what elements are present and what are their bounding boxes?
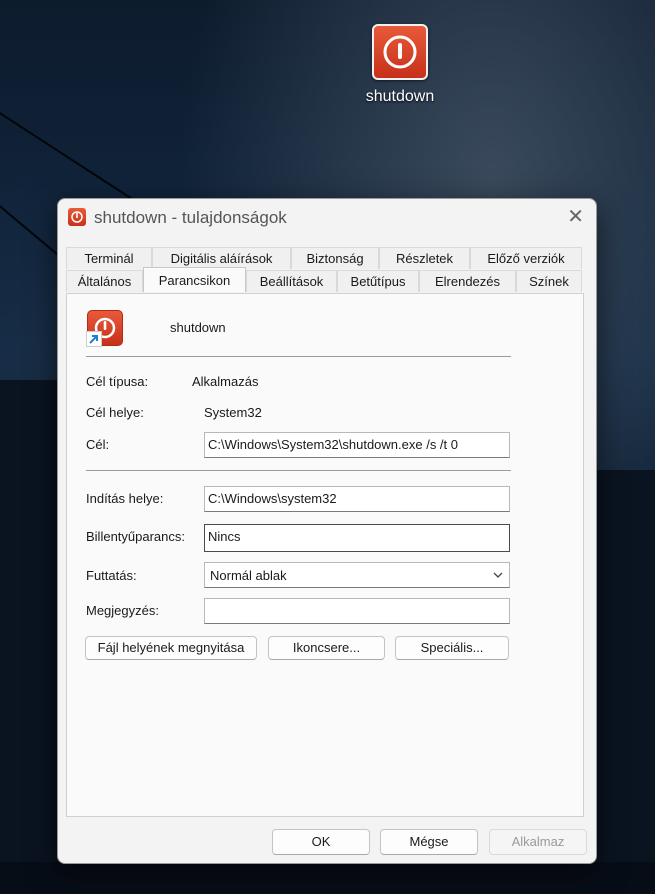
building-silhouette <box>0 862 655 894</box>
start-in-label: Indítás helye: <box>86 491 164 506</box>
target-input[interactable]: C:\Windows\System32\shutdown.exe /s /t 0 <box>204 432 510 458</box>
properties-dialog: shutdown - tulajdonságok ✕ Terminál Digi… <box>57 198 597 864</box>
chevron-down-icon <box>493 569 503 581</box>
shortcut-name: shutdown <box>170 320 226 335</box>
tab-options[interactable]: Beállítások <box>246 270 337 292</box>
tab-font[interactable]: Betűtípus <box>337 270 419 292</box>
tab-colors[interactable]: Színek <box>516 270 582 292</box>
tab-general[interactable]: Általános <box>66 270 143 292</box>
run-label: Futtatás: <box>86 568 137 583</box>
comment-input[interactable] <box>204 598 510 624</box>
tab-layout[interactable]: Elrendezés <box>419 270 516 292</box>
cancel-button[interactable]: Mégse <box>380 829 478 855</box>
separator <box>86 470 511 471</box>
apply-button[interactable]: Alkalmaz <box>489 829 587 855</box>
shortcut-panel: shutdown Cél típusa: Alkalmazás Cél hely… <box>66 293 584 817</box>
tab-previous-versions[interactable]: Előző verziók <box>470 247 582 269</box>
power-icon <box>86 310 123 347</box>
target-type-value: Alkalmazás <box>192 374 259 389</box>
close-icon[interactable]: ✕ <box>567 206 584 228</box>
tab-shortcut[interactable]: Parancsikon <box>143 267 246 292</box>
separator <box>86 356 511 357</box>
power-icon <box>68 208 86 226</box>
desktop-shortcut[interactable]: shutdown <box>354 24 446 106</box>
power-icon <box>372 24 428 80</box>
target-label: Cél: <box>86 437 110 452</box>
tab-digital-signatures[interactable]: Digitális aláírások <box>152 247 291 269</box>
open-file-location-button[interactable]: Fájl helyének megnyitása <box>85 636 257 660</box>
target-location-label: Cél helye: <box>86 405 144 420</box>
ok-button[interactable]: OK <box>272 829 370 855</box>
start-in-input[interactable]: C:\Windows\system32 <box>204 486 510 512</box>
tab-details[interactable]: Részletek <box>379 247 470 269</box>
run-select-value: Normál ablak <box>210 567 287 583</box>
dialog-title: shutdown - tulajdonságok <box>94 208 287 227</box>
desktop-icon-label: shutdown <box>365 88 435 105</box>
target-type-label: Cél típusa: <box>86 374 149 389</box>
building-silhouette <box>0 380 60 894</box>
building-silhouette <box>595 470 655 894</box>
tab-security[interactable]: Biztonság <box>291 247 379 269</box>
shortcut-key-input[interactable]: Nincs <box>204 524 510 552</box>
target-location-value: System32 <box>204 405 262 420</box>
shortcut-arrow-icon <box>86 331 102 347</box>
tab-row-2: Általános Parancsikon Beállítások Betűtí… <box>66 267 582 293</box>
advanced-button[interactable]: Speciális... <box>395 636 509 660</box>
run-select[interactable]: Normál ablak <box>204 562 510 588</box>
title-bar[interactable]: shutdown - tulajdonságok ✕ <box>58 199 596 237</box>
comment-label: Megjegyzés: <box>86 603 159 618</box>
change-icon-button[interactable]: Ikoncsere... <box>268 636 385 660</box>
shortcut-key-label: Billentyűparancs: <box>86 529 185 544</box>
tab-terminal[interactable]: Terminál <box>66 247 152 269</box>
